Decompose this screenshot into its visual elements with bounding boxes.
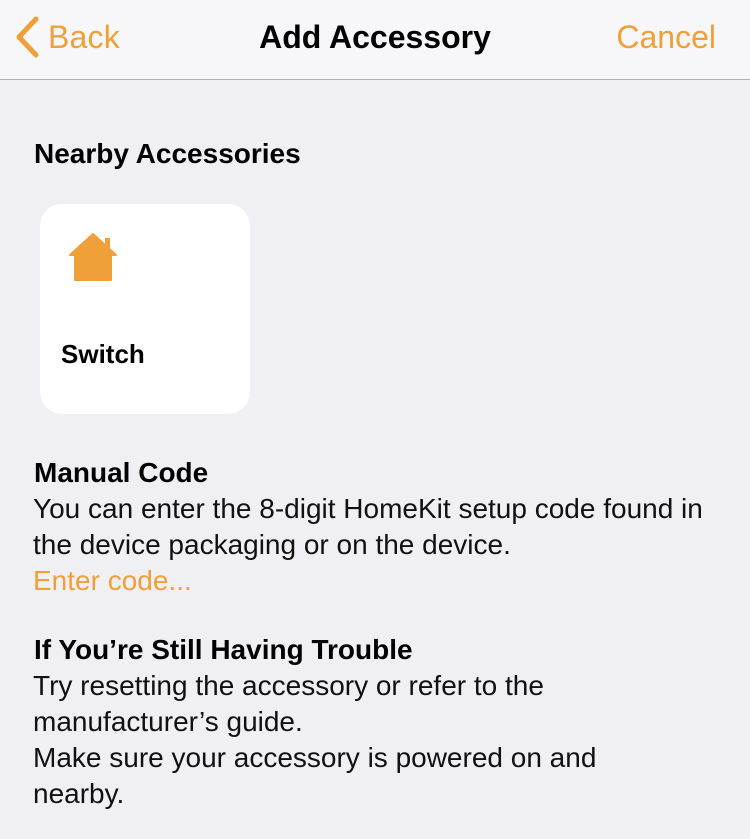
chevron-left-icon xyxy=(14,15,40,59)
trouble-line-power: Make sure your accessory is powered on a… xyxy=(33,742,597,809)
house-icon xyxy=(66,230,120,284)
navigation-bar: Back Add Accessory Cancel xyxy=(0,0,750,80)
trouble-line-reset: Try resetting the accessory or refer to … xyxy=(33,670,544,737)
manual-code-heading: Manual Code xyxy=(34,457,209,488)
back-button-label: Back xyxy=(48,18,120,55)
back-button[interactable]: Back xyxy=(14,14,120,60)
manual-code-description-text: You can enter the 8-digit HomeKit setup … xyxy=(33,493,703,560)
accessory-tile-switch[interactable]: Switch xyxy=(40,204,250,414)
trouble-description: Try resetting the accessory or refer to … xyxy=(33,668,653,812)
cancel-button[interactable]: Cancel xyxy=(616,14,716,60)
trouble-heading: If You’re Still Having Trouble xyxy=(34,634,413,665)
nearby-accessories-heading: Nearby Accessories xyxy=(34,138,301,169)
manual-code-description: You can enter the 8-digit HomeKit setup … xyxy=(33,491,723,563)
enter-code-link[interactable]: Enter code... xyxy=(33,563,192,599)
accessory-tile-label: Switch xyxy=(61,339,145,369)
